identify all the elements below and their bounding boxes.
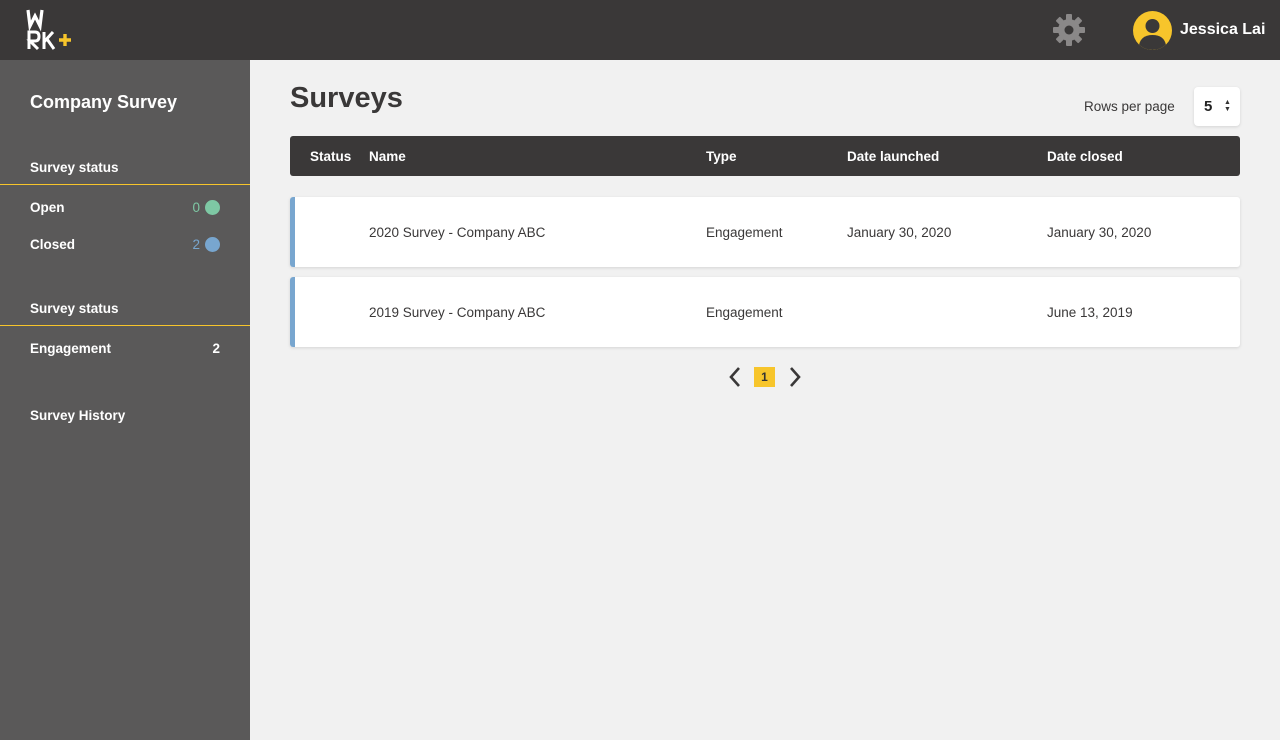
select-arrows-icon: ▲ ▼ xyxy=(1224,99,1231,113)
survey-type: Engagement xyxy=(706,225,783,240)
filter-open[interactable]: Open 0 xyxy=(0,193,250,223)
settings-gear-icon[interactable] xyxy=(1052,13,1086,47)
column-header-date-closed[interactable]: Date closed xyxy=(1047,149,1123,164)
rows-per-page-select[interactable]: 5 ▲ ▼ xyxy=(1194,87,1240,126)
survey-name: 2020 Survey - Company ABC xyxy=(369,225,546,240)
filter-label: Engagement xyxy=(30,341,112,356)
filter-closed[interactable]: Closed 2 xyxy=(0,230,250,260)
filter-count: 0 xyxy=(192,200,200,215)
user-menu[interactable]: Jessica Lai xyxy=(1133,10,1265,50)
table-header: Status Name Type Date launched Date clos… xyxy=(290,136,1240,176)
table-row[interactable]: 2020 Survey - Company ABC Engagement Jan… xyxy=(290,197,1240,267)
chevron-left-icon[interactable] xyxy=(725,365,745,389)
survey-history-link[interactable]: Survey History xyxy=(30,408,125,423)
survey-type-section-header: Survey status xyxy=(0,297,250,326)
closed-status-dot-icon xyxy=(205,237,220,252)
filter-count: 2 xyxy=(212,341,220,356)
filter-engagement[interactable]: Engagement 2 xyxy=(0,334,250,364)
date-closed: June 13, 2019 xyxy=(1047,305,1133,320)
top-bar: Jessica Lai xyxy=(0,0,1280,60)
rows-per-page-label: Rows per page xyxy=(1084,99,1175,114)
filter-count: 2 xyxy=(192,237,200,252)
user-avatar-icon xyxy=(1133,10,1172,50)
column-header-name[interactable]: Name xyxy=(369,149,406,164)
survey-status-section-header: Survey status xyxy=(0,156,250,185)
section-label: Survey status xyxy=(30,301,119,316)
column-header-date-launched[interactable]: Date launched xyxy=(847,149,939,164)
wrk-logo[interactable] xyxy=(26,8,78,52)
sidebar: Company Survey Survey status Open 0 Clos… xyxy=(0,60,250,740)
survey-type: Engagement xyxy=(706,305,783,320)
user-name: Jessica Lai xyxy=(1180,21,1266,38)
chevron-right-icon[interactable] xyxy=(785,365,805,389)
column-header-type[interactable]: Type xyxy=(706,149,737,164)
page-title: Surveys xyxy=(290,82,403,114)
column-header-status[interactable]: Status xyxy=(310,149,351,164)
status-indicator xyxy=(290,197,295,267)
status-indicator xyxy=(290,277,295,347)
page-number-current[interactable]: 1 xyxy=(754,367,775,387)
date-closed: January 30, 2020 xyxy=(1047,225,1152,240)
survey-name: 2019 Survey - Company ABC xyxy=(369,305,546,320)
sidebar-title: Company Survey xyxy=(30,92,178,112)
section-label: Survey status xyxy=(30,160,119,175)
filter-label: Open xyxy=(30,200,65,215)
rows-per-page-value: 5 xyxy=(1204,98,1213,115)
open-status-dot-icon xyxy=(205,200,220,215)
filter-label: Closed xyxy=(30,237,76,252)
table-row[interactable]: 2019 Survey - Company ABC Engagement Jun… xyxy=(290,277,1240,347)
date-launched: January 30, 2020 xyxy=(847,225,952,240)
